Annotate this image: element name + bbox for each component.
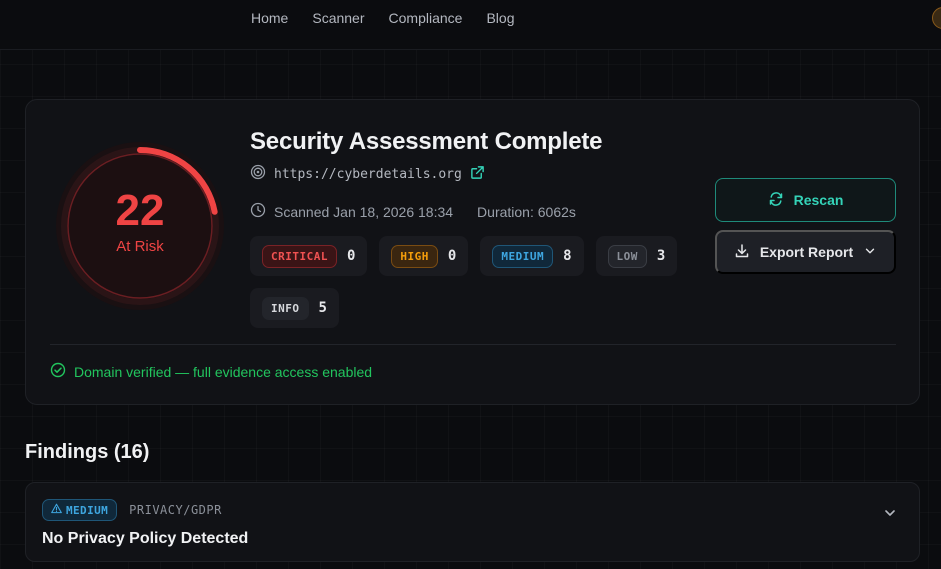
card-divider (50, 344, 896, 345)
check-circle-icon (50, 362, 66, 381)
download-icon (734, 243, 750, 262)
severity-summary: CRITICAL 0 HIGH 0 MEDIUM 8 LOW 3 INFO 5 (250, 236, 690, 328)
severity-badge: CRITICAL (262, 244, 337, 268)
severity-badge: INFO (262, 296, 309, 320)
severity-count: 3 (656, 248, 666, 264)
target-icon (250, 164, 266, 185)
domain-verified-text: Domain verified — full evidence access e… (74, 363, 373, 380)
assessment-summary-card: 22 At Risk Security Assessment Complete … (25, 99, 920, 405)
risk-score-value: 22 (115, 186, 165, 235)
top-navigation: Home Scanner Compliance Blog (0, 0, 941, 50)
chevron-down-icon (863, 244, 877, 261)
finding-header: MEDIUM PRIVACY/GDPR (42, 499, 222, 521)
finding-category: PRIVACY/GDPR (129, 503, 222, 517)
clock-icon (250, 202, 266, 221)
finding-severity-badge: MEDIUM (42, 499, 118, 521)
findings-heading: Findings (16) (25, 441, 150, 463)
scan-duration: Duration: 6062s (477, 203, 576, 220)
domain-verified-notice: Domain verified — full evidence access e… (50, 362, 372, 381)
scanned-url-row: https://cyberdetails.org (250, 164, 485, 185)
nav-link-scanner[interactable]: Scanner (312, 10, 364, 26)
risk-score-label: At Risk (116, 238, 164, 255)
nav-link-blog[interactable]: Blog (486, 10, 514, 26)
finding-title: No Privacy Policy Detected (42, 530, 249, 547)
warning-icon (51, 503, 62, 517)
severity-count: 0 (346, 248, 356, 264)
rescan-button[interactable]: Rescan (715, 178, 896, 222)
severity-chip-info[interactable]: INFO 5 (250, 288, 339, 328)
refresh-icon (768, 191, 784, 210)
severity-count: 8 (563, 248, 572, 264)
scan-timestamp: Scanned Jan 18, 2026 18:34 (274, 203, 454, 220)
severity-chip-critical[interactable]: CRITICAL 0 (250, 236, 368, 276)
export-report-label: Export Report (759, 244, 854, 260)
finding-severity-label: MEDIUM (66, 503, 109, 517)
rescan-label: Rescan (793, 192, 844, 208)
severity-badge: LOW (607, 244, 647, 268)
nav-links: Home Scanner Compliance Blog (251, 10, 514, 26)
severity-chip-low[interactable]: LOW 3 (595, 236, 678, 276)
risk-score-gauge: 22 At Risk (54, 140, 226, 312)
chevron-down-icon[interactable] (882, 505, 898, 526)
scan-meta-row: Scanned Jan 18, 2026 18:34 Duration: 606… (250, 202, 576, 221)
export-report-button[interactable]: Export Report (715, 230, 896, 274)
page-title: Security Assessment Complete (250, 128, 603, 155)
scanned-url: https://cyberdetails.org (274, 167, 462, 182)
external-link-icon[interactable] (470, 165, 485, 185)
avatar[interactable] (932, 7, 941, 29)
severity-count: 5 (318, 300, 327, 316)
severity-chip-high[interactable]: HIGH 0 (379, 236, 469, 276)
finding-item[interactable]: MEDIUM PRIVACY/GDPR No Privacy Policy De… (25, 482, 920, 562)
nav-link-compliance[interactable]: Compliance (389, 10, 463, 26)
severity-count: 0 (447, 248, 457, 264)
severity-badge: HIGH (391, 244, 438, 268)
severity-chip-medium[interactable]: MEDIUM 8 (480, 236, 584, 276)
severity-badge: MEDIUM (492, 244, 554, 268)
nav-link-home[interactable]: Home (251, 10, 288, 26)
